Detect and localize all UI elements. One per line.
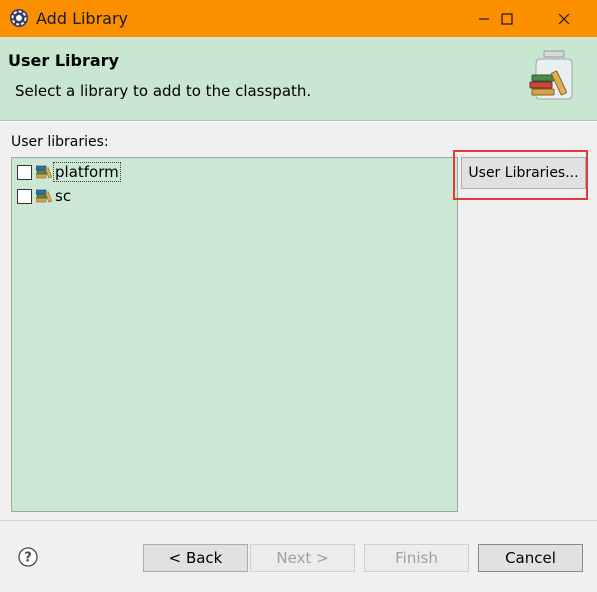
back-button[interactable]: < Back <box>143 544 248 572</box>
maximize-icon <box>501 12 513 25</box>
user-libraries-label: User libraries: <box>11 134 109 150</box>
library-label: platform <box>53 162 121 182</box>
sc-checkbox[interactable] <box>17 188 32 204</box>
page-description: Select a library to add to the classpath… <box>15 82 312 100</box>
cancel-button[interactable]: Cancel <box>478 544 583 572</box>
eclipse-gear-icon <box>9 8 29 28</box>
close-button[interactable] <box>541 0 587 37</box>
window-title: Add Library <box>36 9 129 28</box>
page-title: User Library <box>8 51 119 70</box>
library-icon <box>36 189 52 203</box>
svg-text:?: ? <box>24 551 32 566</box>
library-icon <box>36 165 52 179</box>
next-button[interactable]: Next > <box>250 544 355 572</box>
library-label: sc <box>55 187 72 205</box>
platform-checkbox[interactable] <box>17 164 32 180</box>
help-icon[interactable]: ? <box>18 547 38 567</box>
finish-button[interactable]: Finish <box>364 544 469 572</box>
library-jar-icon <box>526 49 574 101</box>
user-libraries-list[interactable] <box>11 157 458 512</box>
list-item-platform[interactable]: platform <box>17 161 121 183</box>
maximize-button[interactable] <box>484 0 530 37</box>
highlight-annotation <box>453 150 588 200</box>
list-item-sc[interactable]: sc <box>17 185 72 207</box>
close-icon <box>558 13 570 24</box>
wizard-banner <box>0 37 597 121</box>
